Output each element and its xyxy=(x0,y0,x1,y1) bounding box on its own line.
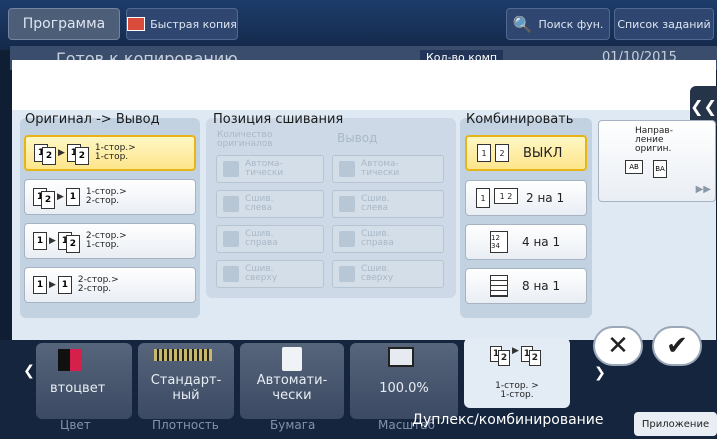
original-output-option-2s-1s[interactable]: 1 ▶ 1 2 2-стор.> 1-стор. xyxy=(24,223,196,259)
tile-value: Автомати- чески xyxy=(256,373,328,403)
dialog-header-band xyxy=(12,60,716,110)
tab-color[interactable]: Цвет xyxy=(60,418,91,432)
originals-auto-option: Автома- тически xyxy=(216,155,324,183)
originals-right-option: Сшив. справа xyxy=(216,225,324,253)
option-label: 2-стор.> 2-стор. xyxy=(77,275,119,294)
originals-column-label: Количество оригиналов xyxy=(217,130,273,149)
copy-icon xyxy=(127,17,146,31)
combine-4in1-option[interactable]: 12 34 4 на 1 xyxy=(465,224,587,260)
auto-binding-icon xyxy=(339,161,355,177)
left-binding-icon xyxy=(339,196,355,212)
chevron-right-icon: ❯ xyxy=(594,365,606,381)
option-label: 4 на 1 xyxy=(522,235,561,249)
output-column-label: Вывод xyxy=(337,131,378,145)
option-label: Сшив. сверху xyxy=(361,264,394,283)
tab-density[interactable]: Плотность xyxy=(152,418,219,432)
check-icon: ✔ xyxy=(666,331,688,361)
option-label: 8 на 1 xyxy=(522,279,561,293)
output-left-option: Сшив. слева xyxy=(332,190,444,218)
program-label: Программа xyxy=(22,16,106,32)
top-binding-icon xyxy=(223,266,239,282)
option-label: Автома- тически xyxy=(245,159,284,178)
original-output-option-2s-2s[interactable]: 1 ▶ 1 2-стор.> 2-стор. xyxy=(24,267,196,303)
option-label: Сшив. сверху xyxy=(245,264,278,283)
function-search-button[interactable]: 🔍 Поиск фун. xyxy=(506,8,610,40)
option-label: 2 на 1 xyxy=(526,191,565,205)
ok-button[interactable]: ✔ xyxy=(652,326,702,366)
chevron-right-icon: ▶▶ xyxy=(695,184,711,195)
tile-value: 100.0% xyxy=(379,381,429,396)
apps-button[interactable]: Приложение xyxy=(634,412,717,436)
cancel-button[interactable]: ✕ xyxy=(593,326,643,366)
option-label: 1-стор.> 2-стор. xyxy=(85,187,127,206)
tile-value: втоцвет xyxy=(50,381,106,396)
duplex-1s-1s-icon: 1 2 ▶ 1 2 xyxy=(34,141,89,165)
tab-paper[interactable]: Бумага xyxy=(270,418,315,432)
option-label: Сшив. слева xyxy=(245,194,274,213)
search-icon: 🔍 xyxy=(512,14,533,34)
duplex-combine-tile[interactable]: 1 2 ▶ 1 2 1-стор. > 1-стор. xyxy=(464,338,570,408)
option-label: Сшив. справа xyxy=(361,229,394,248)
color-tile[interactable]: втоцвет xyxy=(36,343,132,419)
originals-left-option: Сшив. слева xyxy=(216,190,324,218)
apps-label: Приложение xyxy=(641,418,710,430)
color-swatch-icon xyxy=(58,349,82,371)
top-binding-icon xyxy=(339,266,355,282)
duplex-2s-1s-icon: 1 ▶ 1 2 xyxy=(33,229,80,253)
combine-title: Комбинировать xyxy=(466,112,574,127)
job-list-button[interactable]: Список заданий xyxy=(614,8,714,40)
right-binding-icon xyxy=(339,231,355,247)
tile-value: Стандарт- ный xyxy=(150,373,222,403)
paper-tile[interactable]: Автомати- чески xyxy=(240,343,344,419)
binding-position-title: Позиция сшивания xyxy=(213,112,344,127)
orientation-icons: AB BA xyxy=(625,160,667,178)
output-top-option: Сшив. сверху xyxy=(332,260,444,288)
combine-off-icon: 12 xyxy=(477,144,509,162)
option-label: ВЫКЛ xyxy=(523,145,563,161)
left-binding-icon xyxy=(223,196,239,212)
job-list-label: Список заданий xyxy=(617,17,711,31)
quick-copy-button[interactable]: Быстрая копия xyxy=(126,8,238,40)
combine-off-option[interactable]: 12 ВЫКЛ xyxy=(465,135,587,171)
search-label: Поиск фун. xyxy=(538,17,604,31)
close-icon: ✕ xyxy=(607,331,629,361)
original-output-title: Оригинал -> Вывод xyxy=(25,112,160,127)
output-right-option: Сшив. справа xyxy=(332,225,444,253)
duplex-icon: 1 2 ▶ 1 2 xyxy=(490,346,541,366)
density-tile[interactable]: Стандарт- ный xyxy=(138,343,234,419)
combine-2in1-option[interactable]: 11 2 2 на 1 xyxy=(465,180,587,216)
combine-2in1-icon: 11 2 xyxy=(476,188,518,208)
original-orientation-button[interactable]: Направ- ление оригин. AB BA ▶▶ xyxy=(598,120,716,202)
tile-value: 1-стор. > 1-стор. xyxy=(495,381,539,400)
combine-4in1-icon: 12 34 xyxy=(490,231,508,253)
option-label: 2-стор.> 1-стор. xyxy=(85,231,127,250)
option-label: Сшив. слева xyxy=(361,194,390,213)
tab-duplex-combine[interactable]: Дуплекс/комбинирование xyxy=(412,412,604,428)
duplex-1s-2s-icon: 1 2 ▶ 1 xyxy=(33,185,80,209)
paper-icon xyxy=(282,347,302,371)
option-label: 1-стор.> 1-стор. xyxy=(94,143,136,162)
density-bar-icon xyxy=(154,349,212,361)
original-output-option-1s-1s[interactable]: 1 2 ▶ 1 2 1-стор.> 1-стор. xyxy=(24,135,196,171)
combine-8in1-icon xyxy=(490,275,508,297)
option-label: Сшив. справа xyxy=(245,229,278,248)
right-binding-icon xyxy=(223,231,239,247)
zoom-icon xyxy=(388,347,414,367)
zoom-tile[interactable]: 100.0% xyxy=(350,343,458,419)
chevron-left-icon: ❮ xyxy=(23,363,35,379)
program-button[interactable]: Программа xyxy=(8,8,120,40)
duplex-2s-2s-icon: 1 ▶ 1 xyxy=(33,276,72,294)
double-chevron-left-icon: ❮❮ xyxy=(690,96,717,116)
option-label: Автома- тически xyxy=(361,159,400,178)
output-auto-option: Автома- тически xyxy=(332,155,444,183)
originals-top-option: Сшив. сверху xyxy=(216,260,324,288)
combine-8in1-option[interactable]: 8 на 1 xyxy=(465,268,587,304)
original-output-option-1s-2s[interactable]: 1 2 ▶ 1 1-стор.> 2-стор. xyxy=(24,179,196,215)
quick-copy-label: Быстрая копия xyxy=(150,17,237,31)
auto-binding-icon xyxy=(223,161,239,177)
orientation-label: Направ- ление оригин. xyxy=(635,126,673,154)
